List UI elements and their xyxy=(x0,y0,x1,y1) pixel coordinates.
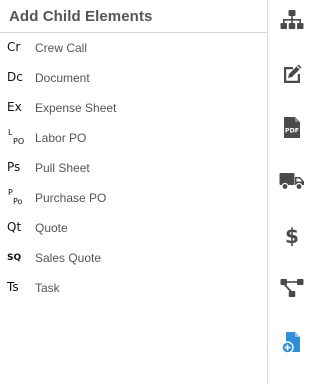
task-abbr-icon: Ts xyxy=(0,273,35,303)
abbr-sub-text: Po xyxy=(13,197,23,206)
abbr-sup-text: P xyxy=(8,188,13,197)
list-item-label: Document xyxy=(35,71,90,85)
add-file-button[interactable] xyxy=(268,331,317,385)
pull-sheet-abbr-icon: Ps xyxy=(0,153,35,183)
list-item-purchase-po[interactable]: P Po Purchase PO xyxy=(0,183,267,213)
abbr-sub-text: PO xyxy=(13,137,25,146)
labor-po-abbr-icon: L PO xyxy=(0,123,35,153)
add-file-icon xyxy=(281,332,300,355)
list-item-label: Crew Call xyxy=(35,41,88,55)
abbr-text: Ts xyxy=(7,280,19,294)
abbr-text: Qt xyxy=(7,220,22,234)
org-chart-button[interactable] xyxy=(268,9,317,63)
edit-icon xyxy=(284,64,302,83)
list-item-pull-sheet[interactable]: Ps Pull Sheet xyxy=(0,153,267,183)
truck-button[interactable] xyxy=(268,170,317,224)
list-item-label: Sales Quote xyxy=(35,251,102,265)
pdf-file-icon: PDF xyxy=(284,117,300,139)
list-item-document[interactable]: Dc Document xyxy=(0,63,267,93)
dollar-button[interactable]: $ xyxy=(268,224,317,278)
truck-icon xyxy=(279,173,304,191)
list-item-label: Quote xyxy=(35,221,68,235)
dollar-icon-text: $ xyxy=(285,224,299,248)
list-item-crew-call[interactable]: Cr Crew Call xyxy=(0,33,267,63)
list-item-label: Task xyxy=(35,281,60,295)
right-toolbar: PDF $ xyxy=(267,0,316,385)
panel-header: Add Child Elements xyxy=(0,0,267,33)
abbr-text: Cr xyxy=(7,40,21,54)
abbr-text: Dc xyxy=(7,70,23,84)
child-element-list: Cr Crew Call Dc Document Ex Expense Shee… xyxy=(0,33,267,303)
document-abbr-icon: Dc xyxy=(0,63,35,93)
quote-abbr-icon: Qt xyxy=(0,213,35,243)
pdf-button[interactable]: PDF xyxy=(268,116,317,170)
list-item-label: Expense Sheet xyxy=(35,101,117,115)
main-panel: Add Child Elements Cr Crew Call Dc Docum… xyxy=(0,0,267,385)
crew-call-abbr-icon: Cr xyxy=(0,33,35,63)
dollar-icon: $ xyxy=(285,224,299,248)
network-icon xyxy=(280,278,304,297)
app-window: Add Child Elements Cr Crew Call Dc Docum… xyxy=(0,0,316,385)
network-button[interactable] xyxy=(268,278,317,332)
list-item-label: Labor PO xyxy=(35,131,87,145)
list-item-label: Pull Sheet xyxy=(35,161,90,175)
list-item-task[interactable]: Ts Task xyxy=(0,273,267,303)
list-item-labor-po[interactable]: L PO Labor PO xyxy=(0,123,267,153)
sales-quote-abbr-icon: SQ xyxy=(0,243,35,273)
edit-button[interactable] xyxy=(268,63,317,117)
page-title: Add Child Elements xyxy=(9,7,153,25)
list-item-quote[interactable]: Qt Quote xyxy=(0,213,267,243)
expense-sheet-abbr-icon: Ex xyxy=(0,93,35,123)
pdf-icon-text: PDF xyxy=(285,128,299,135)
list-item-expense-sheet[interactable]: Ex Expense Sheet xyxy=(0,93,267,123)
abbr-text: Ps xyxy=(7,160,21,174)
abbr-text: SQ xyxy=(7,253,22,263)
purchase-po-abbr-icon: P Po xyxy=(0,183,35,213)
abbr-sup-text: L xyxy=(8,128,13,137)
org-chart-icon xyxy=(280,10,304,29)
list-item-label: Purchase PO xyxy=(35,191,107,205)
list-item-sales-quote[interactable]: SQ Sales Quote xyxy=(0,243,267,273)
abbr-text: Ex xyxy=(7,100,22,114)
